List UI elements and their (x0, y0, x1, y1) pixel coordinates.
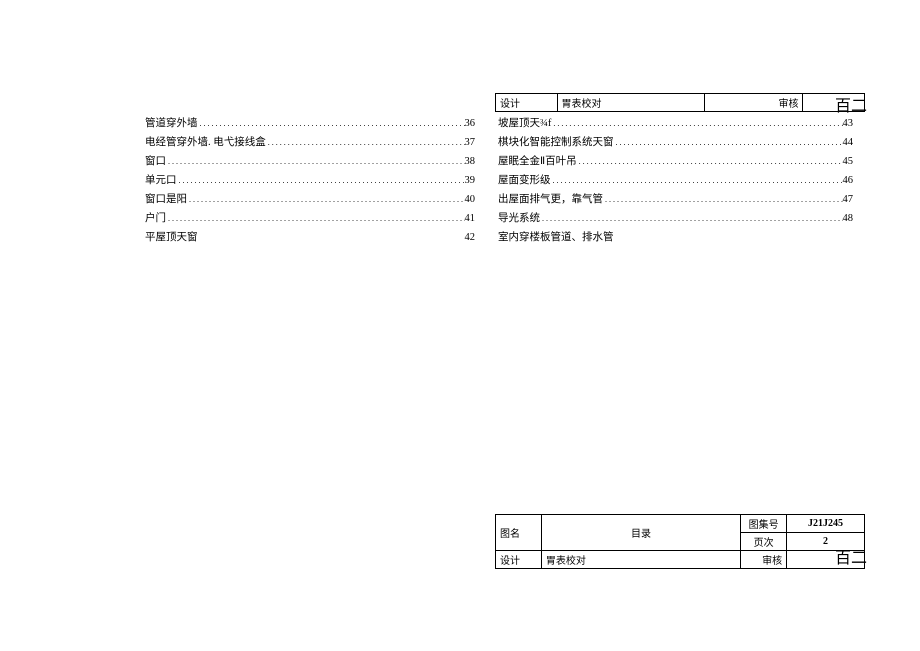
toc-page: 40 (465, 190, 476, 209)
toc-page: 36 (465, 114, 476, 133)
toc-label: 坡屋顶天¾f (498, 114, 551, 133)
toc-label: 出屋面排气更，靠气管 (498, 190, 603, 209)
toc-left-column: 管道穿外墙 ..................................… (145, 114, 475, 247)
footer-pageno-label: 页次 (741, 533, 787, 551)
toc-page: 43 (843, 114, 854, 133)
header-design-label: 设计 (496, 94, 558, 112)
toc-page: 46 (843, 171, 854, 190)
toc-page: 38 (465, 152, 476, 171)
footer-handwritten: 百二 (835, 544, 867, 568)
toc-label: 窗口是阳 (145, 190, 187, 209)
footer-review-label: 审核 (741, 551, 787, 569)
toc-label: 电经管穿外墙. 电弋接线盒 (145, 133, 266, 152)
toc-dots: ........................................… (577, 152, 843, 171)
toc-dots: ........................................… (166, 152, 465, 171)
toc-page: 39 (465, 171, 476, 190)
footer-setno-label: 图集号 (741, 515, 787, 533)
toc-row: 屋眠全金Ⅱ百叶吊 ...............................… (498, 152, 853, 171)
toc-label: 室内穿楼板管道、排水管 (498, 228, 614, 247)
toc-page: 47 (843, 190, 854, 209)
toc-dots: ........................................… (187, 190, 465, 209)
toc-row: 平屋顶天窗 . 42 (145, 228, 475, 247)
footer-setno-value: J21J245 (787, 515, 865, 533)
toc-page: 37 (465, 133, 476, 152)
toc-dots: ........................................… (551, 171, 843, 190)
header-strip: 设计 胃表校对 审核 (495, 93, 865, 112)
toc-row: 管道穿外墙 ..................................… (145, 114, 475, 133)
toc-dots: ........................................… (551, 114, 842, 133)
toc-row: 户门 .....................................… (145, 209, 475, 228)
toc-row: 屋面变形级 ..................................… (498, 171, 853, 190)
header-review-label: 审核 (705, 94, 803, 112)
toc-row: 棋块化智能控制系统天窗 ............................… (498, 133, 853, 152)
toc-row: 导光系统 ...................................… (498, 209, 853, 228)
toc-trailing-mark: " (614, 228, 854, 247)
toc-label: 窗口 (145, 152, 166, 171)
toc-row: 出屋面排气更，靠气管 .............................… (498, 190, 853, 209)
toc-page: 44 (843, 133, 854, 152)
toc-row: 坡屋顶天¾f .................................… (498, 114, 853, 133)
toc-page: 41 (465, 209, 476, 228)
footer-figname-value: 目录 (541, 515, 740, 551)
footer-design-label: 设计 (496, 551, 542, 569)
toc-label: 导光系统 (498, 209, 540, 228)
toc-dots: ........................................… (177, 171, 465, 190)
toc-dots: ........................................… (603, 190, 843, 209)
toc-row: 电经管穿外墙. 电弋接线盒 ..........................… (145, 133, 475, 152)
toc-right-column: 坡屋顶天¾f .................................… (498, 114, 853, 247)
toc-dots: ........................................… (166, 209, 465, 228)
toc-dots: ........................................… (540, 209, 843, 228)
toc-page: 42 (465, 228, 476, 247)
toc-label: 管道穿外墙 (145, 114, 198, 133)
toc-dots: ........................................… (198, 114, 465, 133)
toc-row: 室内穿楼板管道、排水管 " (498, 228, 853, 247)
header-check-label: 胃表校对 (557, 94, 705, 112)
toc-label: 屋眠全金Ⅱ百叶吊 (498, 152, 577, 171)
toc-row: 窗口是阳 ...................................… (145, 190, 475, 209)
footer-figname-label: 图名 (496, 515, 542, 551)
toc-label: 屋面变形级 (498, 171, 551, 190)
toc-row: 单元口 ....................................… (145, 171, 475, 190)
footer-titleblock: 图名 目录 图集号 J21J245 页次 2 设计 胃表校对 审核 (495, 514, 865, 569)
toc-label: 户门 (145, 209, 166, 228)
toc-label: 平屋顶天窗 (145, 228, 198, 247)
toc-page: 45 (843, 152, 854, 171)
toc-dots: ........................................… (614, 133, 843, 152)
footer-check-label: 胃表校对 (541, 551, 740, 569)
toc-label: 棋块化智能控制系统天窗 (498, 133, 614, 152)
toc-page: 48 (843, 209, 854, 228)
toc-row: 窗口 .....................................… (145, 152, 475, 171)
toc-label: 单元口 (145, 171, 177, 190)
toc-dots: ........................................… (266, 133, 465, 152)
header-handwritten: 百二 (835, 92, 867, 116)
